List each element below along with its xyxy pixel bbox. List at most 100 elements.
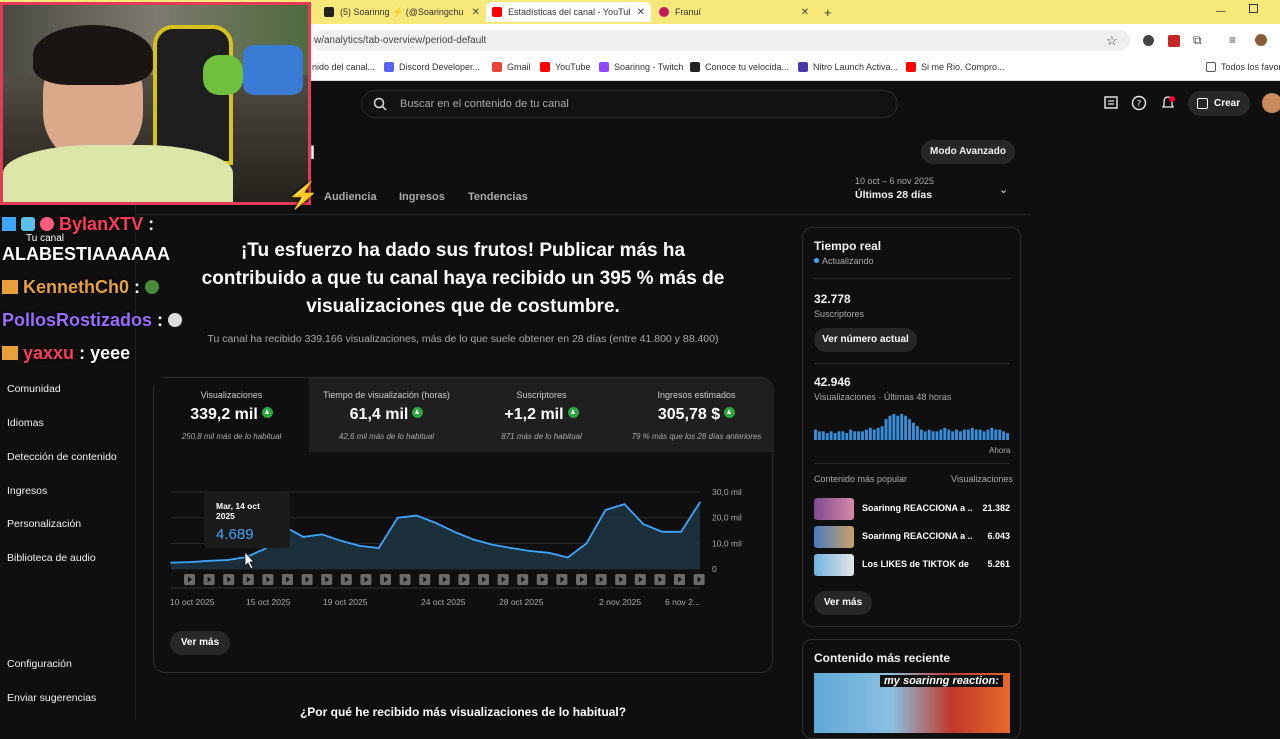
- extensions-puzzle-icon[interactable]: ⧉: [1193, 33, 1202, 48]
- browser-tab-twitter[interactable]: (5) Soarinng ⚡ (@Soaringchu ✕: [318, 2, 486, 22]
- media-icon[interactable]: ≡: [1229, 33, 1236, 47]
- realtime-bar: [817, 431, 821, 440]
- x-tick-label: 24 oct 2025: [421, 597, 466, 607]
- bookmark-label: Soarinng - Twitch: [614, 62, 684, 72]
- realtime-bar: [970, 427, 974, 440]
- notifications-bell-icon[interactable]: [1160, 95, 1176, 111]
- realtime-bar: [978, 429, 982, 440]
- metric-subtext: 42,6 mil más de lo habitual: [338, 432, 435, 441]
- realtime-bar: [825, 433, 829, 440]
- advanced-mode-button[interactable]: Modo Avanzado: [921, 140, 1015, 164]
- bookmark-label: Discord Developer...: [399, 62, 481, 72]
- video-views: 5.261: [987, 559, 1010, 569]
- chart-data-point: [491, 543, 493, 546]
- close-tab-icon[interactable]: ✕: [801, 7, 809, 18]
- sidebar-item-idiomas[interactable]: Idiomas: [7, 417, 44, 429]
- realtime-bar: [888, 415, 892, 440]
- x-tick-label: 19 oct 2025: [323, 597, 368, 607]
- chat-username: BylanXTV: [59, 214, 144, 234]
- metric-revenue[interactable]: Ingresos estimados 305,78 $ 79 % más que…: [619, 378, 774, 452]
- realtime-bar-chart[interactable]: [814, 412, 1010, 442]
- search-input[interactable]: Buscar en el contenido de tu canal: [361, 90, 898, 118]
- twitch-icon: [599, 62, 609, 72]
- bookmark-item[interactable]: Conoce tu velocida...: [690, 62, 789, 72]
- tab-label: Franuí: [675, 7, 702, 17]
- browser-tab-analytics[interactable]: Estadísticas del canal - YouTube ✕: [486, 2, 651, 22]
- x-tick-label: 15 oct 2025: [246, 597, 291, 607]
- streamer-shirt: [3, 145, 233, 202]
- recent-video-thumbnail[interactable]: my soarinng reaction:: [814, 673, 1010, 733]
- x-tick-label: 2 nov 2025: [599, 597, 641, 607]
- chat-message: PollosRostizados :: [2, 310, 183, 331]
- chart-data-point: [170, 561, 172, 564]
- chart-data-point: [321, 533, 323, 536]
- chart-more-button[interactable]: Ver más: [170, 631, 230, 655]
- bookmark-star-icon[interactable]: ☆: [1106, 33, 1118, 49]
- sidebar-item-sugerencias[interactable]: Enviar sugerencias: [7, 692, 96, 704]
- realtime-bar: [959, 431, 962, 440]
- new-tab-button[interactable]: +: [818, 2, 838, 22]
- top-video-item[interactable]: Soarinng REACCIONA a ... 21.382: [814, 498, 1010, 520]
- franui-icon: [659, 7, 669, 17]
- profile-avatar[interactable]: [1255, 34, 1267, 46]
- chat-text: :: [148, 214, 155, 234]
- close-tab-icon[interactable]: ✕: [472, 7, 480, 18]
- chart-data-point: [699, 501, 701, 504]
- realtime-bar: [927, 429, 931, 440]
- sidebar-item-configuracion[interactable]: Configuración: [7, 658, 72, 670]
- extension-icon[interactable]: [1143, 35, 1154, 46]
- browser-tab-franui[interactable]: Franuí ✕: [653, 2, 815, 22]
- see-current-count-button[interactable]: Ver número actual: [814, 328, 917, 352]
- realtime-bar: [931, 431, 935, 440]
- feedback-icon[interactable]: [1103, 95, 1119, 111]
- sidebar-item-deteccion[interactable]: Detección de contenido: [7, 451, 117, 463]
- maximize-icon[interactable]: [1249, 4, 1258, 13]
- realtime-bar: [943, 427, 947, 440]
- realtime-bar: [974, 429, 978, 440]
- realtime-more-button[interactable]: Ver más: [814, 591, 872, 615]
- gmail-icon: [492, 62, 502, 72]
- chevron-down-icon[interactable]: ⌄: [999, 183, 1008, 196]
- chat-text: ALABESTIAAAAAA: [2, 244, 170, 264]
- close-tab-icon[interactable]: ✕: [637, 7, 645, 18]
- metric-views[interactable]: Visualizaciones 339,2 mil 250,8 mil más …: [154, 378, 309, 452]
- date-range-picker[interactable]: 10 oct – 6 nov 2025 Últimos 28 días: [855, 176, 934, 201]
- extension-icon[interactable]: [1168, 35, 1180, 47]
- bookmark-item[interactable]: Gmail: [492, 62, 531, 72]
- sidebar-item-biblioteca[interactable]: Biblioteca de audio: [7, 552, 96, 564]
- create-label: Crear: [1214, 98, 1241, 109]
- create-button[interactable]: Crear: [1188, 91, 1250, 116]
- metric-label: Ingresos estimados: [657, 390, 736, 400]
- minimize-icon[interactable]: —: [1216, 6, 1226, 17]
- bookmark-item[interactable]: YouTube: [540, 62, 590, 72]
- realtime-bar: [908, 419, 911, 440]
- tooltip-value: 4.689: [216, 526, 254, 543]
- bookmark-item[interactable]: Discord Developer...: [384, 62, 480, 72]
- bookmark-label: YouTube: [555, 62, 591, 72]
- discord-icon: [384, 62, 394, 72]
- top-video-item[interactable]: Soarinng REACCIONA a ... 6.043: [814, 526, 1010, 548]
- sidebar-item-comunidad[interactable]: Comunidad: [7, 383, 61, 395]
- tab-audiencia[interactable]: Audiencia: [324, 191, 377, 203]
- metric-subscribers[interactable]: Suscriptores +1,2 mil 871 más de lo habi…: [464, 378, 619, 452]
- tab-tendencias[interactable]: Tendencias: [468, 191, 528, 203]
- chart-data-point: [434, 522, 437, 524]
- recent-content-card: Contenido más reciente my soarinng react…: [802, 639, 1021, 739]
- metric-watchtime[interactable]: Tiempo de visualización (horas) 61,4 mil…: [309, 378, 464, 452]
- sidebar-item-ingresos[interactable]: Ingresos: [7, 485, 47, 497]
- metric-subtext: 871 más de lo habitual: [501, 432, 582, 441]
- bookmark-item[interactable]: nido del canal...: [312, 62, 375, 72]
- bookmark-item[interactable]: Nitro Launch Activa...: [798, 62, 898, 72]
- all-bookmarks[interactable]: Todos los favori: [1206, 62, 1280, 72]
- top-video-item[interactable]: Los LIKES de TIKTOK de ... 5.261: [814, 554, 1010, 576]
- bookmark-label: Conoce tu velocida...: [705, 62, 790, 72]
- account-avatar[interactable]: [1262, 93, 1280, 113]
- realtime-bar: [872, 429, 876, 440]
- realtime-bar: [868, 427, 872, 440]
- url-field[interactable]: w/analytics/tab-overview/period-default: [312, 30, 1130, 51]
- bookmark-item[interactable]: Si me Rio, Compro...: [906, 62, 1005, 72]
- tab-ingresos[interactable]: Ingresos: [399, 191, 445, 203]
- bookmark-item[interactable]: Soarinng - Twitch: [599, 62, 683, 72]
- sidebar-item-personalizacion[interactable]: Personalización: [7, 518, 81, 530]
- help-icon[interactable]: ?: [1131, 95, 1147, 111]
